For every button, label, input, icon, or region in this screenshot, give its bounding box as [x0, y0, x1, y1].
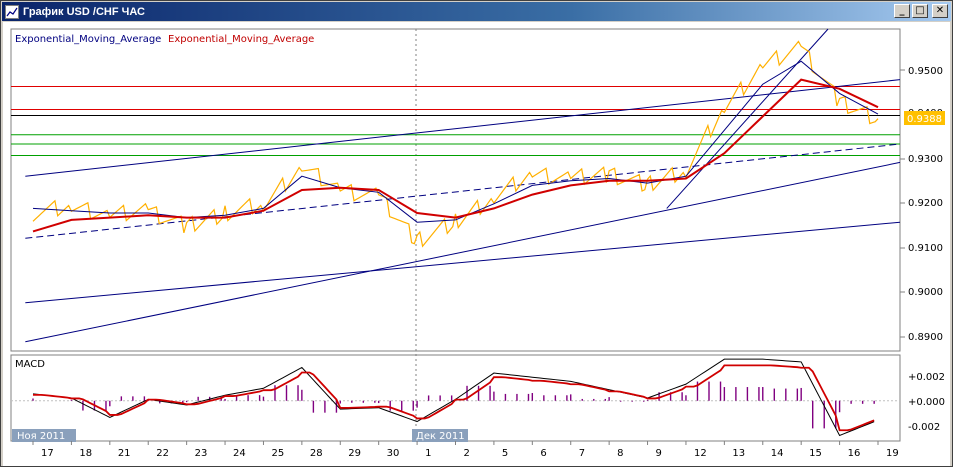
maximize-icon: □ — [915, 5, 925, 16]
day-label: 30 — [387, 448, 400, 459]
price-label: 0.9200 — [908, 198, 943, 209]
maximize-button[interactable]: □ — [912, 4, 928, 18]
chart-canvas[interactable]: Exponential_Moving_Average Exponential_M… — [3, 22, 950, 466]
close-button[interactable]: ✕ — [932, 4, 948, 18]
day-label: 9 — [656, 448, 662, 459]
window-title: График USD /CHF ЧАС — [23, 5, 145, 18]
day-label: 18 — [79, 448, 92, 459]
day-label: 24 — [233, 448, 246, 459]
day-label: 5 — [502, 448, 508, 459]
chart-area[interactable]: Exponential_Moving_Average Exponential_M… — [3, 22, 950, 466]
day-label: 21 — [118, 448, 131, 459]
day-label: 15 — [809, 448, 822, 459]
macd-label: +0.000 — [908, 397, 945, 408]
day-label: 13 — [732, 448, 745, 459]
day-label: 23 — [195, 448, 208, 459]
chart-icon — [5, 4, 19, 19]
day-label: 7 — [579, 448, 585, 459]
day-label: 8 — [617, 448, 623, 459]
day-label: 14 — [771, 448, 784, 459]
price-label: 0.9100 — [908, 243, 943, 254]
macd-label: +0.002 — [908, 372, 945, 383]
legend-ema-slow: Exponential_Moving_Average — [168, 34, 314, 45]
legend-ema-fast: Exponential_Moving_Average — [15, 34, 161, 45]
title-bar[interactable]: График USD /CHF ЧАС _ □ ✕ — [2, 2, 951, 21]
day-label: 17 — [41, 448, 54, 459]
price-label: 0.8900 — [908, 332, 943, 343]
month-label-dec: Дек 2011 — [416, 431, 465, 442]
chart-window: График USD /CHF ЧАС _ □ ✕ Exponential_Mo… — [0, 0, 953, 467]
price-label: 0.9000 — [908, 287, 943, 298]
minimize-button[interactable]: _ — [894, 4, 910, 18]
price-label: 0.9500 — [908, 66, 943, 77]
day-label: 22 — [156, 448, 169, 459]
minimize-icon: _ — [899, 5, 905, 16]
day-label: 19 — [886, 448, 899, 459]
day-label: 29 — [348, 448, 361, 459]
day-label: 6 — [540, 448, 546, 459]
current-price-label: 0.9388 — [907, 114, 942, 125]
macd-title: MACD — [15, 359, 45, 370]
day-label: 16 — [848, 448, 861, 459]
price-label: 0.9300 — [908, 154, 943, 165]
day-label: 2 — [464, 448, 470, 459]
day-label: 1 — [425, 448, 431, 459]
month-label-nov: Ноя 2011 — [17, 431, 65, 442]
day-label: 28 — [310, 448, 323, 459]
x-axis: 17 18 21 22 23 24 25 28 29 30 1 2 5 6 7 8 9 12 13 14 15 16 19 — [32, 441, 899, 459]
macd-label: -0.002 — [908, 422, 940, 433]
day-label: 12 — [694, 448, 707, 459]
close-icon: ✕ — [935, 5, 945, 16]
day-label: 25 — [271, 448, 284, 459]
price-axis: 0.9500 0.9400 0.9300 0.9200 0.9100 0.900… — [908, 66, 943, 343]
